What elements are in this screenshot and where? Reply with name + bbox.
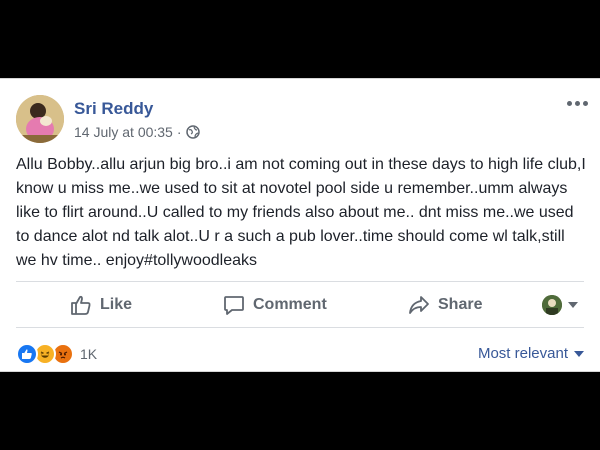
comment-button[interactable]: Comment <box>223 287 327 323</box>
thumbs-up-icon <box>71 295 91 315</box>
author-name[interactable]: Sri Reddy <box>74 99 153 119</box>
post-card: Sri Reddy 14 July at 00:35 · Allu Bobby.… <box>0 78 600 372</box>
post-as-selector[interactable] <box>542 295 578 315</box>
viewer-avatar <box>542 295 562 315</box>
more-options-icon[interactable] <box>567 101 588 106</box>
like-label: Like <box>100 296 133 313</box>
divider <box>16 327 584 328</box>
share-icon <box>409 296 429 314</box>
chevron-down-icon <box>574 350 584 357</box>
reaction-count: 1K <box>80 346 98 362</box>
sort-label: Most relevant <box>477 345 568 362</box>
reactions-summary[interactable]: 1K <box>16 343 97 365</box>
comment-icon <box>224 296 244 315</box>
post-meta: 14 July at 00:35 · <box>74 124 200 140</box>
author-avatar[interactable] <box>16 95 64 143</box>
comment-label: Comment <box>253 296 327 313</box>
post-timestamp[interactable]: 14 July at 00:35 <box>74 124 173 140</box>
chevron-down-icon <box>568 302 578 308</box>
share-button[interactable]: Share <box>408 287 482 323</box>
meta-separator: · <box>176 124 182 140</box>
action-bar: Like Comment Share <box>0 287 600 323</box>
comment-sort-dropdown[interactable]: Most relevant <box>478 345 584 362</box>
like-button[interactable]: Like <box>70 287 132 323</box>
post-body: Allu Bobby..allu arjun big bro..i am not… <box>16 156 591 269</box>
share-label: Share <box>438 296 483 313</box>
globe-icon[interactable] <box>185 125 200 139</box>
like-reaction-icon <box>16 343 38 365</box>
divider <box>16 281 584 282</box>
